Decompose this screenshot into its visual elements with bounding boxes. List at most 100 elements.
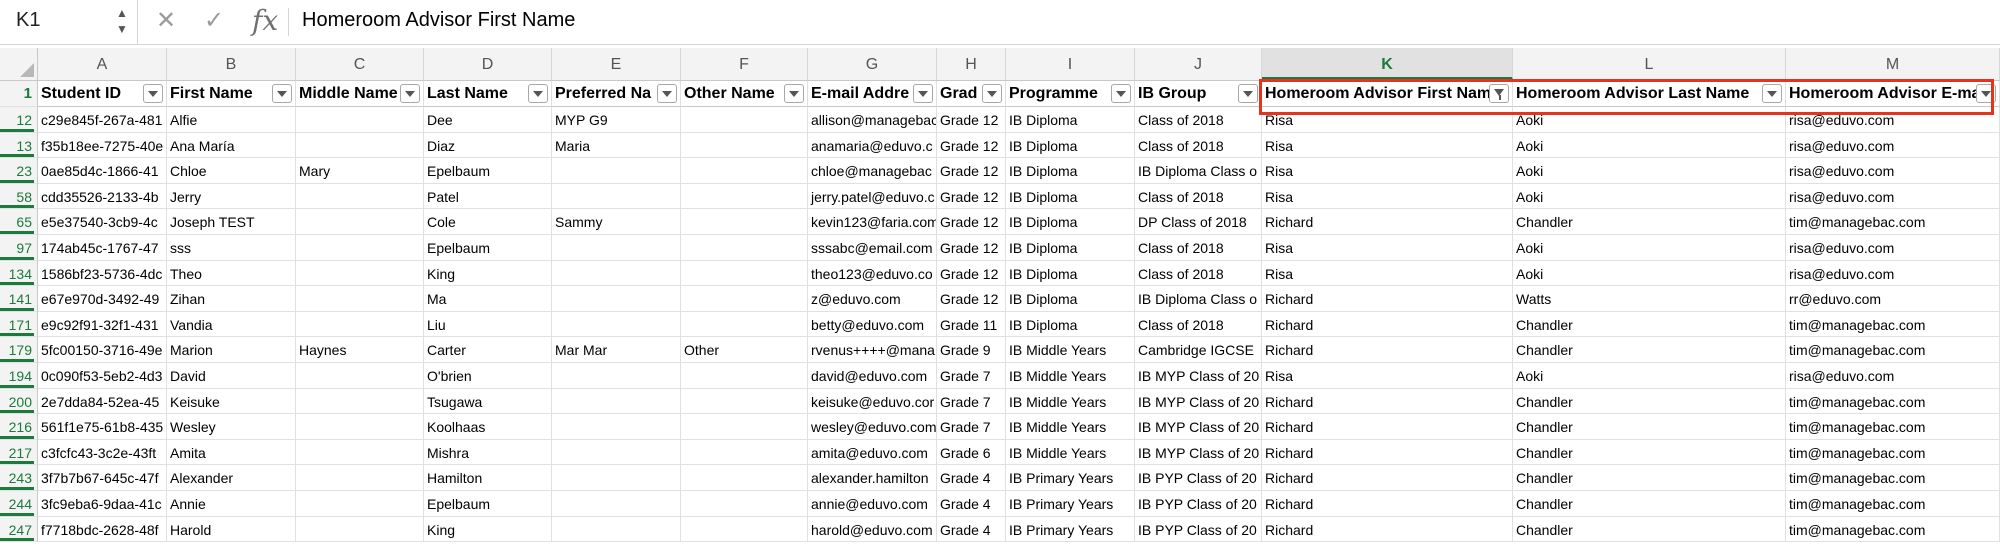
cell-a[interactable]: e67e970d-3492-49	[38, 286, 167, 312]
cell-m[interactable]: risa@eduvo.com	[1786, 183, 2000, 210]
cell-f[interactable]	[681, 234, 808, 261]
cell-i[interactable]: IB Diploma	[1006, 132, 1135, 159]
cell-g[interactable]: anamaria@eduvo.c	[808, 132, 937, 159]
cell-d[interactable]: O'brien	[424, 362, 552, 389]
cell-c[interactable]	[296, 516, 424, 543]
cell-b[interactable]: Harold	[167, 516, 296, 543]
cell-m[interactable]: tim@managebac.com	[1786, 337, 2000, 363]
row-number[interactable]: 65	[0, 209, 38, 235]
header-cell-j[interactable]: IB Group	[1135, 81, 1262, 107]
cell-b[interactable]: Zihan	[167, 286, 296, 312]
function-icon[interactable]: fx	[252, 4, 278, 37]
cell-h[interactable]: Grade 7	[937, 362, 1006, 389]
cell-b[interactable]: Keisuke	[167, 388, 296, 415]
column-header-f[interactable]: F	[681, 48, 808, 80]
cell-e[interactable]	[552, 158, 681, 184]
cell-g[interactable]: wesley@eduvo.com	[808, 414, 937, 440]
column-header-l[interactable]: L	[1513, 48, 1786, 80]
cancel-icon[interactable]: ✕	[156, 6, 176, 35]
column-header-i[interactable]: I	[1006, 48, 1135, 80]
cell-i[interactable]: IB Primary Years	[1006, 516, 1135, 543]
cell-b[interactable]: Jerry	[167, 183, 296, 210]
filter-dropdown-icon[interactable]	[1238, 84, 1258, 103]
cell-i[interactable]: IB Middle Years	[1006, 362, 1135, 389]
cell-g[interactable]: allison@managebac	[808, 107, 937, 133]
cell-m[interactable]: risa@eduvo.com	[1786, 362, 2000, 389]
cell-g[interactable]: kevin123@faria.com	[808, 209, 937, 235]
cell-d[interactable]: Diaz	[424, 132, 552, 159]
cell-j[interactable]: IB PYP Class of 20	[1135, 490, 1262, 517]
cell-k[interactable]: Risa	[1262, 183, 1513, 210]
cell-b[interactable]: David	[167, 362, 296, 389]
filter-dropdown-icon[interactable]	[982, 84, 1002, 103]
cell-k[interactable]: Risa	[1262, 132, 1513, 159]
header-cell-g[interactable]: E-mail Addre	[808, 81, 937, 107]
cell-b[interactable]: Joseph TEST	[167, 209, 296, 235]
cell-b[interactable]: Alexander	[167, 465, 296, 491]
cell-e[interactable]	[552, 414, 681, 440]
header-cell-e[interactable]: Preferred Na	[552, 81, 681, 107]
row-number[interactable]: 134	[0, 260, 38, 287]
row-number[interactable]: 247	[0, 516, 38, 543]
cell-l[interactable]: Aoki	[1513, 183, 1786, 210]
filter-dropdown-icon[interactable]	[913, 84, 933, 103]
cell-j[interactable]: Class of 2018	[1135, 132, 1262, 159]
cell-i[interactable]: IB Diploma	[1006, 209, 1135, 235]
cell-h[interactable]: Grade 6	[937, 439, 1006, 466]
cell-l[interactable]: Chandler	[1513, 414, 1786, 440]
cell-h[interactable]: Grade 12	[937, 107, 1006, 133]
row-number[interactable]: 217	[0, 439, 38, 466]
cell-l[interactable]: Aoki	[1513, 234, 1786, 261]
cell-j[interactable]: Class of 2018	[1135, 311, 1262, 338]
cell-a[interactable]: 1586bf23-5736-4dc	[38, 260, 167, 287]
cell-m[interactable]: tim@managebac.com	[1786, 388, 2000, 415]
cell-g[interactable]: alexander.hamilton	[808, 465, 937, 491]
cell-c[interactable]	[296, 260, 424, 287]
filter-dropdown-icon[interactable]	[784, 84, 804, 103]
cell-m[interactable]: tim@managebac.com	[1786, 439, 2000, 466]
cell-a[interactable]: f7718bdc-2628-48f	[38, 516, 167, 543]
column-header-e[interactable]: E	[552, 48, 681, 80]
cell-f[interactable]	[681, 465, 808, 491]
column-header-g[interactable]: G	[808, 48, 937, 80]
cell-b[interactable]: Chloe	[167, 158, 296, 184]
cell-d[interactable]: Carter	[424, 337, 552, 363]
cell-b[interactable]: Vandia	[167, 311, 296, 338]
cell-k[interactable]: Risa	[1262, 362, 1513, 389]
cell-f[interactable]	[681, 362, 808, 389]
cell-c[interactable]	[296, 362, 424, 389]
row-number[interactable]: 97	[0, 234, 38, 261]
cell-c[interactable]	[296, 234, 424, 261]
header-cell-f[interactable]: Other Name	[681, 81, 808, 107]
row-number[interactable]: 171	[0, 311, 38, 338]
cell-d[interactable]: Epelbaum	[424, 234, 552, 261]
cell-h[interactable]: Grade 12	[937, 158, 1006, 184]
cell-b[interactable]: Alfie	[167, 107, 296, 133]
name-box-stepper-icon[interactable]: ▲ ▼	[114, 5, 130, 39]
cell-b[interactable]: Ana María	[167, 132, 296, 159]
cell-i[interactable]: IB Diploma	[1006, 311, 1135, 338]
cell-c[interactable]	[296, 414, 424, 440]
cell-k[interactable]: Richard	[1262, 286, 1513, 312]
cell-j[interactable]: IB PYP Class of 20	[1135, 516, 1262, 543]
cell-d[interactable]: Ma	[424, 286, 552, 312]
cell-g[interactable]: rvenus++++@mana	[808, 337, 937, 363]
cell-l[interactable]: Chandler	[1513, 516, 1786, 543]
column-header-j[interactable]: J	[1135, 48, 1262, 80]
cell-i[interactable]: IB Diploma	[1006, 286, 1135, 312]
column-header-a[interactable]: A	[38, 48, 167, 80]
cell-a[interactable]: e9c92f91-32f1-431	[38, 311, 167, 338]
cell-d[interactable]: Liu	[424, 311, 552, 338]
cell-m[interactable]: risa@eduvo.com	[1786, 260, 2000, 287]
cell-e[interactable]: MYP G9	[552, 107, 681, 133]
cell-k[interactable]: Risa	[1262, 158, 1513, 184]
row-number[interactable]: 216	[0, 414, 38, 440]
cell-c[interactable]	[296, 183, 424, 210]
cell-j[interactable]: IB MYP Class of 20	[1135, 362, 1262, 389]
cell-h[interactable]: Grade 12	[937, 183, 1006, 210]
cell-j[interactable]: Class of 2018	[1135, 107, 1262, 133]
cell-i[interactable]: IB Middle Years	[1006, 439, 1135, 466]
cell-h[interactable]: Grade 12	[937, 260, 1006, 287]
cell-f[interactable]	[681, 107, 808, 133]
row-number[interactable]: 243	[0, 465, 38, 491]
